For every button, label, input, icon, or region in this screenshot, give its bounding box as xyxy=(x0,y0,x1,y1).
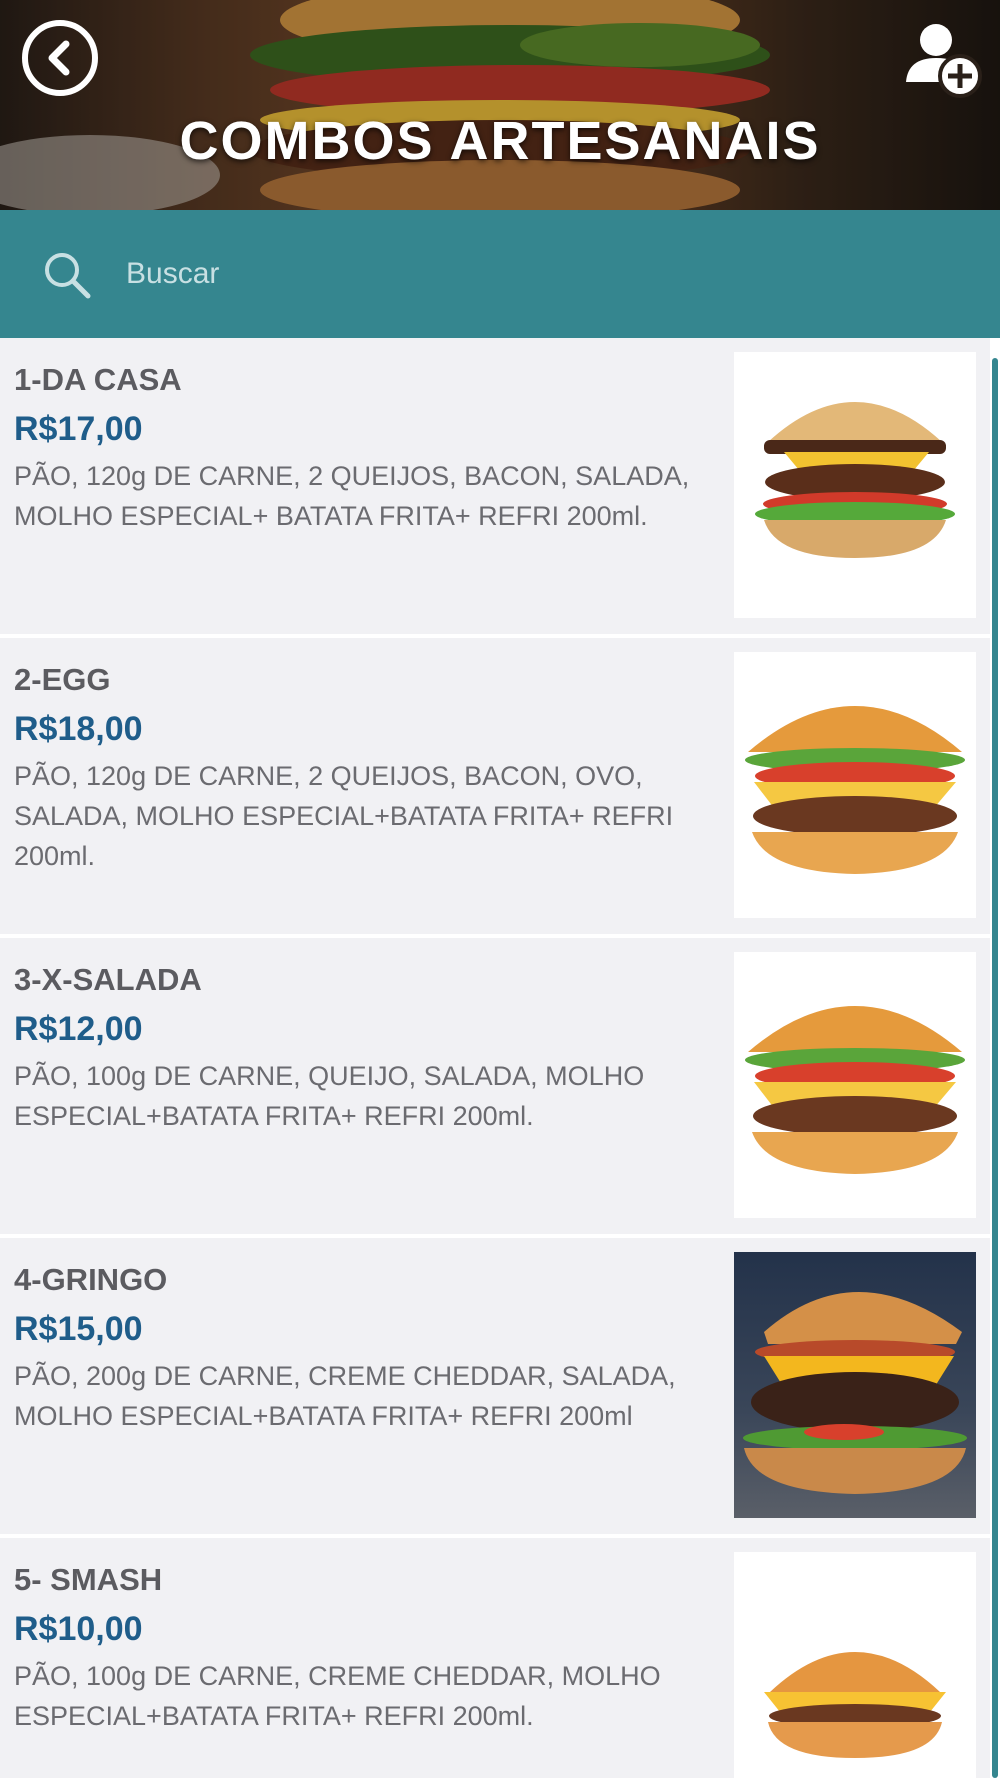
search-input[interactable] xyxy=(126,246,946,302)
item-name: 4-GRINGO xyxy=(14,1262,168,1297)
burger-image xyxy=(755,402,955,558)
scrollbar-thumb[interactable] xyxy=(992,358,998,1778)
add-user-button[interactable] xyxy=(900,16,984,100)
item-name: 5- SMASH xyxy=(14,1562,163,1597)
item-description: PÃO, 200g DE CARNE, CREME CHEDDAR, SALAD… xyxy=(14,1361,676,1431)
item-name: 1-DA CASA xyxy=(14,362,182,397)
item-name: 2-EGG xyxy=(14,662,111,697)
item-price: R$15,00 xyxy=(14,1310,143,1348)
list-item[interactable]: 1-DA CASA R$17,00 PÃO, 120g DE CARNE, 2 … xyxy=(0,338,990,634)
item-name: 3-X-SALADA xyxy=(14,962,202,997)
header-banner: COMBOS ARTESANAIS xyxy=(0,0,1000,210)
list-item[interactable]: 5- SMASH R$10,00 PÃO, 100g DE CARNE, CRE… xyxy=(0,1538,990,1778)
add-user-icon xyxy=(906,24,982,98)
item-image xyxy=(734,352,976,618)
combo-list: 1-DA CASA R$17,00 PÃO, 120g DE CARNE, 2 … xyxy=(0,338,990,1778)
item-image xyxy=(734,1252,976,1518)
search-bar xyxy=(0,210,1000,338)
item-price: R$12,00 xyxy=(14,1010,143,1048)
back-button[interactable] xyxy=(22,20,98,96)
item-price: R$10,00 xyxy=(14,1610,143,1648)
chevron-left-icon xyxy=(48,40,70,76)
list-item[interactable]: 3-X-SALADA R$12,00 PÃO, 100g DE CARNE, Q… xyxy=(0,938,990,1234)
header-overlay xyxy=(0,0,1000,210)
item-description: PÃO, 120g DE CARNE, 2 QUEIJOS, BACON, OV… xyxy=(14,761,674,871)
list-item[interactable]: 2-EGG R$18,00 PÃO, 120g DE CARNE, 2 QUEI… xyxy=(0,638,990,934)
list-item[interactable]: 4-GRINGO R$15,00 PÃO, 200g DE CARNE, CRE… xyxy=(0,1238,990,1534)
item-price: R$17,00 xyxy=(14,410,143,448)
item-image xyxy=(734,952,976,1218)
item-description: PÃO, 100g DE CARNE, CREME CHEDDAR, MOLHO… xyxy=(14,1661,661,1731)
item-description: PÃO, 100g DE CARNE, QUEIJO, SALADA, MOLH… xyxy=(14,1061,645,1131)
item-image xyxy=(734,1552,976,1778)
page-title: COMBOS ARTESANAIS xyxy=(179,111,821,171)
burger-image xyxy=(743,1292,967,1494)
burger-image xyxy=(764,1652,946,1758)
search-icon[interactable] xyxy=(42,250,92,300)
burger-image xyxy=(745,706,965,874)
item-image xyxy=(734,652,976,918)
item-description: PÃO, 120g DE CARNE, 2 QUEIJOS, BACON, SA… xyxy=(14,461,690,531)
item-price: R$18,00 xyxy=(14,710,143,748)
burger-image xyxy=(745,1006,965,1174)
